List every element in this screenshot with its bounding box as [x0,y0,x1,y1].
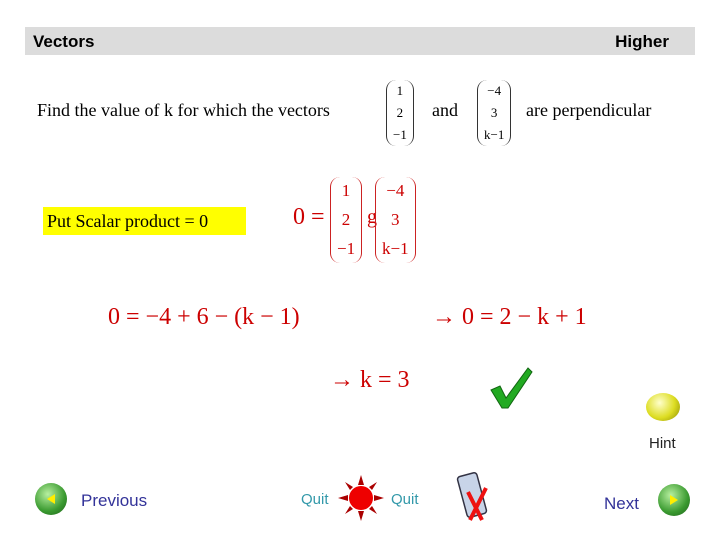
vector-a-2: 2 [396,105,404,120]
vector-a-1: 1 [396,83,404,98]
hint-button[interactable] [646,393,680,421]
question-prefix: Find the value of k for which the vector… [37,100,330,120]
step-1: 0 = −4 + 6 − (k − 1) [108,304,300,330]
question-and: and [432,100,458,120]
vb1: −4 [386,181,405,201]
vector-b-3: k−1 [484,127,505,142]
vb2: 3 [391,209,400,229]
header-bar: Vectors Higher [25,27,695,55]
calculator-cross-icon[interactable] [456,470,496,524]
hint-box: Put Scalar product = 0 [43,207,246,235]
previous-button[interactable] [35,483,67,515]
previous-link[interactable]: Previous [81,491,147,511]
arrow-left-icon [47,494,55,504]
vector-a: 1 2 −1 [386,80,414,146]
va2: 2 [341,209,351,229]
title: Vectors [33,32,95,51]
vector-b-red: −4 3 k−1 [375,177,416,263]
next-link[interactable]: Next [604,494,639,514]
level: Higher [615,32,669,51]
quit-sun-icon[interactable] [338,475,384,521]
hint-label[interactable]: Hint [649,435,676,452]
va3: −1 [337,238,356,258]
vector-b: −4 3 k−1 [477,80,512,146]
next-button[interactable] [658,484,690,516]
vector-a-3: −1 [393,127,407,142]
quit-right-link[interactable]: Quit [391,491,419,508]
vector-b-1: −4 [487,83,502,98]
quit-left-link[interactable]: Quit [301,491,329,508]
va1: 1 [341,181,351,201]
step-2: → 0 = 2 − k + 1 [432,304,587,330]
step-3: → k = 3 [330,367,410,393]
question-suffix: are perpendicular [526,100,652,120]
vb3: k−1 [382,238,409,258]
vector-a-red: 1 2 −1 [330,177,363,263]
zero-equals: 0 = [293,204,325,230]
arrow-right-icon [670,495,678,505]
vector-b-2: 3 [490,105,498,120]
checkmark-icon [490,367,533,409]
